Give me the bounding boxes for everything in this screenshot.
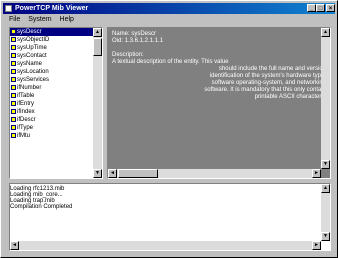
mib-tree-item[interactable]: sysServices — [10, 76, 102, 84]
mib-tree-item[interactable]: ifNumber — [10, 84, 102, 92]
mib-tree-item[interactable]: sysDescr — [10, 28, 102, 36]
mib-tree-item-label: ifEntry — [17, 101, 35, 107]
mib-tree-item[interactable]: sysUpTime — [10, 44, 102, 52]
detail-description-line: should include the full name and version — [218, 66, 326, 72]
tree-vertical-scrollbar[interactable]: ▲ ▼ — [93, 28, 102, 178]
mib-node-icon — [11, 117, 16, 122]
detail-description-heading: Description: — [112, 52, 144, 58]
mib-tree-item[interactable]: ifIndex — [10, 108, 102, 116]
detail-description-line: identification of the system's hardware … — [209, 73, 326, 79]
mib-tree-rows: sysDescr sysObjectID sysUpTime sysContact sy… — [10, 28, 102, 140]
mib-node-icon — [11, 85, 16, 90]
mib-node-icon — [11, 37, 16, 42]
menu-file[interactable]: File — [9, 15, 20, 25]
log-scroll-right-button[interactable]: ► — [312, 241, 321, 250]
detail-description-line: software. It is mandatory that this only… — [204, 87, 326, 93]
main-window: PowerTCP Mib Viewer _ □ × File System He… — [0, 0, 338, 258]
close-button[interactable]: × — [326, 4, 335, 12]
mib-tree-item[interactable]: ifTable — [10, 92, 102, 100]
mib-node-icon — [11, 53, 16, 58]
log-vertical-scrollbar[interactable]: ▲ ▼ — [321, 184, 330, 241]
mib-node-icon — [11, 77, 16, 82]
detail-scroll-left-button[interactable]: ◄ — [108, 169, 117, 178]
window-title: PowerTCP Mib Viewer — [15, 5, 89, 12]
mib-node-icon — [11, 93, 16, 98]
log-scroll-left-button[interactable]: ◄ — [10, 241, 19, 250]
mib-tree-item[interactable]: ifEntry — [10, 100, 102, 108]
mib-tree-item-label: sysContact — [17, 53, 47, 59]
tree-scroll-up-button[interactable]: ▲ — [93, 28, 102, 37]
detail-scroll-thumb[interactable] — [118, 169, 158, 178]
mib-tree-item-label: sysServices — [17, 77, 50, 83]
mib-node-icon — [11, 61, 16, 66]
menu-system[interactable]: System — [28, 15, 51, 25]
detail-scroll-up-button[interactable]: ▲ — [321, 28, 330, 37]
mib-tree-item-label: sysName — [17, 61, 43, 67]
mib-node-icon — [11, 69, 16, 74]
detail-horizontal-scrollbar[interactable]: ◄ ► — [108, 169, 321, 178]
log-lines: Loading rfc1213.mib Loading mib_core... … — [10, 184, 330, 210]
mib-tree-item[interactable]: sysName — [10, 60, 102, 68]
menu-bar: File System Help — [3, 15, 335, 25]
log-pane[interactable]: Loading rfc1213.mib Loading mib_core... … — [9, 183, 331, 251]
mib-tree-item-label: ifNumber — [17, 85, 42, 91]
detail-oid: Oid: 1.3.6.1.2.1.1.1 — [112, 38, 164, 44]
log-horizontal-scrollbar[interactable]: ◄ ► — [10, 241, 321, 250]
mib-node-icon — [11, 125, 16, 130]
detail-name: Name: sysDescr — [112, 31, 157, 37]
mib-tree-item-label: ifDescr — [17, 117, 36, 123]
mib-tree-item-label: sysUpTime — [17, 45, 47, 51]
log-scroll-up-button[interactable]: ▲ — [321, 184, 330, 193]
detail-description-line: A textual description of the entity. Thi… — [112, 59, 229, 65]
mib-tree-item-label: sysLocation — [17, 69, 49, 75]
mib-tree-item-label: sysDescr — [17, 29, 42, 35]
mib-tree-item[interactable]: sysObjectID — [10, 36, 102, 44]
log-scroll-down-button[interactable]: ▼ — [321, 232, 330, 241]
mib-tree-list[interactable]: sysDescr sysObjectID sysUpTime sysContact sy… — [9, 27, 103, 179]
mib-tree-item-label: ifTable — [17, 93, 35, 99]
menu-help[interactable]: Help — [60, 15, 74, 25]
title-bar[interactable]: PowerTCP Mib Viewer _ □ × — [3, 3, 335, 14]
minimize-button[interactable]: _ — [307, 4, 316, 12]
detail-scroll-down-button[interactable]: ▼ — [321, 160, 330, 169]
detail-scroll-right-button[interactable]: ► — [312, 169, 321, 178]
mib-tree-item-label: ifMtu — [17, 133, 31, 139]
mib-tree-item[interactable]: ifDescr — [10, 116, 102, 124]
mib-tree-item[interactable]: sysLocation — [10, 68, 102, 76]
mib-node-icon — [11, 45, 16, 50]
detail-description-line: printable ASCII characters. — [254, 94, 326, 100]
mib-tree-item-label: sysObjectID — [17, 37, 50, 43]
log-line: Compilation Completed — [10, 204, 73, 210]
mib-tree-item-label: ifType — [17, 125, 34, 131]
tree-scroll-down-button[interactable]: ▼ — [93, 169, 102, 178]
maximize-button[interactable]: □ — [316, 4, 325, 12]
mib-node-icon — [11, 109, 16, 114]
detail-text: Name: sysDescr Oid: 1.3.6.1.2.1.1.1 Desc… — [108, 28, 330, 104]
tree-scroll-thumb[interactable] — [93, 38, 102, 56]
mib-tree-item[interactable]: ifMtu — [10, 132, 102, 140]
mib-tree-item[interactable]: ifType — [10, 124, 102, 132]
detail-vertical-scrollbar[interactable]: ▲ ▼ — [321, 28, 330, 169]
mib-tree-item[interactable]: sysContact — [10, 52, 102, 60]
mib-node-icon — [11, 29, 16, 34]
mib-node-icon — [11, 133, 16, 138]
mib-tree-item-label: ifIndex — [17, 109, 35, 115]
app-icon — [5, 5, 12, 12]
detail-description-line: software operating-system, and networkin… — [211, 80, 326, 86]
detail-pane: Name: sysDescr Oid: 1.3.6.1.2.1.1.1 Desc… — [107, 27, 331, 179]
mib-node-icon — [11, 101, 16, 106]
